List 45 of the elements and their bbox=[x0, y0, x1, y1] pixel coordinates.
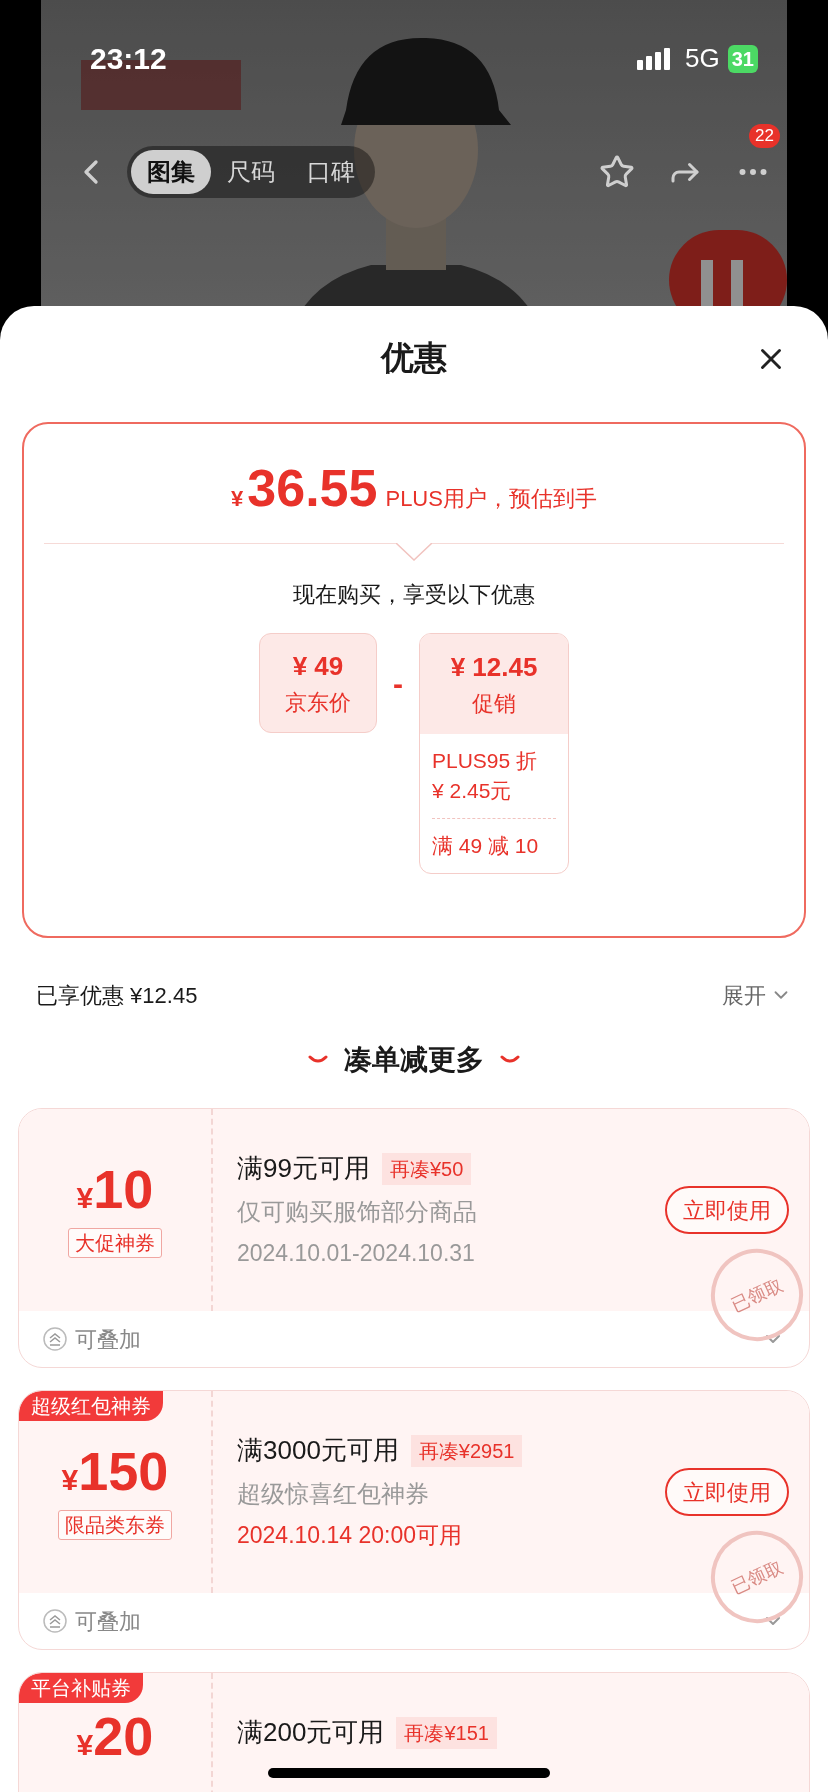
coupon-scope: 仅可购买服饰部分商品 bbox=[237, 1197, 478, 1228]
tab[interactable]: 图集 bbox=[131, 150, 211, 194]
coupon-threshold: 满200元可用 bbox=[237, 1716, 385, 1749]
promotion-label: 促销 bbox=[472, 690, 516, 718]
coupon-threshold: 满3000元可用 bbox=[237, 1434, 399, 1468]
use-now-button[interactable]: 立即使用 bbox=[665, 1468, 789, 1516]
expand-button[interactable]: 展开 bbox=[722, 978, 792, 1012]
stackable-label: 可叠加 bbox=[75, 1325, 142, 1354]
status-time: 23:12 bbox=[90, 41, 167, 77]
coupon-amount: 150 bbox=[78, 1444, 169, 1498]
coupon-type-label: 大促神券 bbox=[68, 1228, 162, 1258]
estimated-price: 36.55 bbox=[247, 462, 378, 514]
tab[interactable]: 口碑 bbox=[291, 150, 371, 194]
promotion-amount: ¥ 12.45 bbox=[450, 651, 538, 684]
coupon-badge: 超级红包神券 bbox=[19, 1391, 163, 1421]
promotion-detail: PLUS95 折 bbox=[432, 748, 539, 774]
coupon-type-label: 限品类东券 bbox=[58, 1510, 172, 1540]
coupon-badge: 平台补贴券 bbox=[19, 1673, 143, 1703]
remaining-amount-tag: 再凑¥50 bbox=[381, 1152, 472, 1185]
saved-amount: 已享优惠 ¥12.45 bbox=[36, 981, 198, 1010]
tab[interactable]: 尺码 bbox=[211, 150, 291, 194]
price-caption: PLUS用户，预估到手 bbox=[385, 485, 597, 513]
coupon-validity: 2024.10.01-2024.10.31 bbox=[237, 1239, 476, 1269]
remaining-amount-tag: 再凑¥2951 bbox=[410, 1434, 523, 1467]
currency-symbol: ¥ bbox=[76, 1728, 94, 1763]
use-now-button[interactable]: 立即使用 bbox=[665, 1186, 789, 1234]
currency-symbol: ¥ bbox=[231, 485, 244, 513]
remaining-amount-tag: 再凑¥151 bbox=[396, 1716, 497, 1749]
coupon-validity: 2024.10.14 20:00可用 bbox=[237, 1521, 464, 1551]
currency-symbol: ¥ bbox=[76, 1181, 94, 1216]
currency-symbol: ¥ bbox=[61, 1463, 79, 1498]
section-title: 凑单减更多 bbox=[344, 1043, 484, 1077]
coupon-amount: 20 bbox=[93, 1709, 154, 1763]
coupon-scope: 超级惊喜红包神券 bbox=[237, 1479, 430, 1510]
jd-price-label: 京东价 bbox=[285, 689, 351, 717]
benefit-heading: 现在购买，享受以下优惠 bbox=[293, 581, 535, 609]
coupon-amount: 10 bbox=[93, 1162, 154, 1216]
promotion-detail: ¥ 2.45元 bbox=[432, 778, 513, 804]
network-label: 5G bbox=[685, 42, 720, 75]
minus-sign: - bbox=[393, 666, 403, 702]
stackable-label: 可叠加 bbox=[75, 1607, 142, 1636]
sheet-title: 优惠 bbox=[381, 338, 447, 379]
coupon-threshold: 满99元可用 bbox=[237, 1152, 370, 1186]
promotion-detail: 满 49 减 10 bbox=[432, 833, 540, 859]
jd-price-amount: ¥ 49 bbox=[292, 650, 344, 683]
